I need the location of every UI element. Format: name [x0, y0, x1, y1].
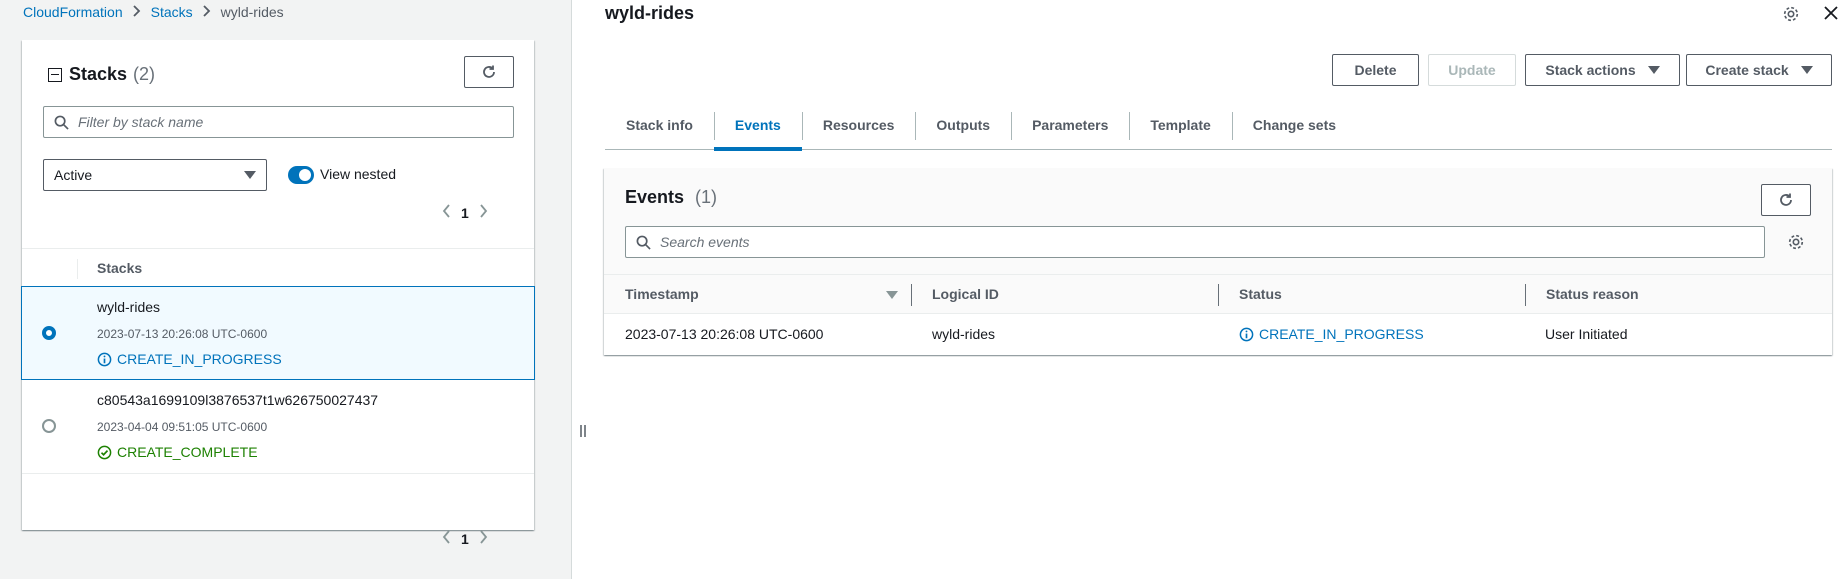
breadcrumb-current: wyld-rides [220, 4, 284, 20]
stacks-title: Stacks [69, 64, 128, 84]
stack-filter-field[interactable] [43, 106, 514, 138]
preferences-gear-icon[interactable] [1787, 233, 1805, 254]
info-icon [1239, 327, 1254, 342]
event-logical-id: wyld-rides [932, 326, 996, 342]
pagination-bottom: 1 [442, 530, 488, 547]
tab-outputs[interactable]: Outputs [915, 102, 1011, 148]
events-count: (1) [695, 187, 718, 207]
caret-down-icon [244, 171, 256, 179]
stack-status: CREATE_IN_PROGRESS [97, 351, 282, 367]
chevron-right-icon [202, 4, 211, 20]
chevron-right-icon [132, 4, 141, 20]
stack-name: wyld-rides [97, 299, 161, 315]
page-number[interactable]: 1 [461, 205, 469, 221]
events-search-input[interactable] [660, 234, 1764, 250]
column-status-reason[interactable]: Status reason [1546, 286, 1639, 302]
column-status[interactable]: Status [1239, 286, 1282, 302]
caret-down-icon [1800, 66, 1813, 74]
check-circle-icon [97, 445, 112, 460]
delete-button[interactable]: Delete [1332, 54, 1419, 86]
tab-parameters[interactable]: Parameters [1011, 102, 1129, 148]
stack-name: c80543a1699109l3876537t1w626750027437 [97, 392, 379, 408]
pagination-top: 1 [442, 204, 488, 221]
events-title-text: Events [625, 187, 685, 207]
update-button-label: Update [1448, 62, 1496, 78]
stack-filter-input[interactable] [78, 114, 513, 130]
tab-stack-info[interactable]: Stack info [605, 102, 714, 148]
info-icon [97, 352, 112, 367]
stack-actions-button[interactable]: Stack actions [1525, 54, 1680, 86]
resize-handle[interactable] [580, 424, 586, 441]
chevron-left-icon[interactable] [442, 204, 451, 221]
search-icon [44, 115, 78, 130]
breadcrumb-stacks[interactable]: Stacks [151, 4, 193, 20]
stack-status-text: CREATE_IN_PROGRESS [117, 351, 282, 367]
stack-timestamp: 2023-07-13 20:26:08 UTC-0600 [97, 327, 268, 341]
detail-tabs: Stack info Events Resources Outputs Para… [605, 102, 1832, 151]
stack-status: CREATE_COMPLETE [97, 444, 258, 460]
page-number[interactable]: 1 [461, 531, 469, 547]
tab-resources[interactable]: Resources [801, 102, 916, 148]
tab-change-sets[interactable]: Change sets [1231, 102, 1357, 148]
table-row: 2023-07-13 20:26:08 UTC-0600 wyld-rides … [604, 314, 1832, 354]
stack-radio[interactable] [42, 326, 56, 340]
delete-button-label: Delete [1354, 62, 1397, 78]
close-icon[interactable] [1823, 5, 1839, 24]
stack-status-text: CREATE_COMPLETE [117, 444, 258, 460]
sort-descending-icon[interactable] [886, 291, 898, 299]
stack-row-wyld-rides[interactable]: wyld-rides 2023-07-13 20:26:08 UTC-0600 … [21, 286, 535, 380]
chevron-left-icon[interactable] [442, 530, 451, 547]
breadcrumb: CloudFormation Stacks wyld-rides [23, 4, 284, 20]
events-table-header: Timestamp Logical ID Status Status reaso… [604, 274, 1832, 314]
status-filter-select[interactable]: Active [43, 159, 267, 191]
collapse-icon[interactable] [48, 67, 62, 82]
event-status-reason: User Initiated [1545, 326, 1628, 342]
view-nested-toggle[interactable] [288, 166, 314, 184]
stacks-sidebar: CloudFormation Stacks wyld-rides Stacks … [0, 0, 572, 579]
column-timestamp[interactable]: Timestamp [625, 286, 699, 302]
stacks-count: (2) [133, 64, 156, 84]
event-status-text[interactable]: CREATE_IN_PROGRESS [1259, 326, 1424, 342]
create-stack-label: Create stack [1705, 62, 1789, 78]
gear-icon[interactable] [1782, 5, 1800, 26]
stack-timestamp: 2023-04-04 09:51:05 UTC-0600 [97, 420, 268, 434]
view-nested-label: View nested [320, 166, 397, 182]
events-search-field[interactable] [625, 226, 1765, 258]
event-status: CREATE_IN_PROGRESS [1239, 326, 1424, 342]
events-title: Events (1) [625, 187, 717, 208]
refresh-events-button[interactable] [1761, 184, 1811, 216]
caret-down-icon [1647, 66, 1660, 74]
update-button[interactable]: Update [1428, 54, 1516, 86]
stacks-table-header: Stacks [22, 248, 534, 288]
refresh-icon [483, 65, 495, 78]
event-timestamp: 2023-07-13 20:26:08 UTC-0600 [625, 326, 824, 342]
tab-events[interactable]: Events [713, 102, 802, 151]
column-logical-id[interactable]: Logical ID [932, 286, 999, 302]
stacks-panel: Stacks (2) Active View nested 1 [21, 40, 535, 547]
refresh-icon [1780, 193, 1792, 206]
stacks-column-header: Stacks [97, 260, 143, 276]
chevron-right-icon[interactable] [479, 204, 488, 221]
create-stack-button[interactable]: Create stack [1686, 54, 1832, 86]
search-icon [626, 235, 660, 250]
stack-row-c80543[interactable]: c80543a1699109l3876537t1w626750027437 20… [22, 380, 534, 474]
stack-detail-title: wyld-rides [605, 3, 695, 23]
chevron-right-icon[interactable] [479, 530, 488, 547]
stacks-panel-title: Stacks (2) [48, 64, 155, 85]
stack-radio[interactable] [42, 419, 56, 433]
stack-actions-label: Stack actions [1545, 62, 1636, 78]
tab-template[interactable]: Template [1129, 102, 1231, 148]
breadcrumb-cloudformation[interactable]: CloudFormation [23, 4, 123, 20]
status-filter-value: Active [54, 167, 93, 183]
refresh-stacks-button[interactable] [464, 56, 514, 88]
